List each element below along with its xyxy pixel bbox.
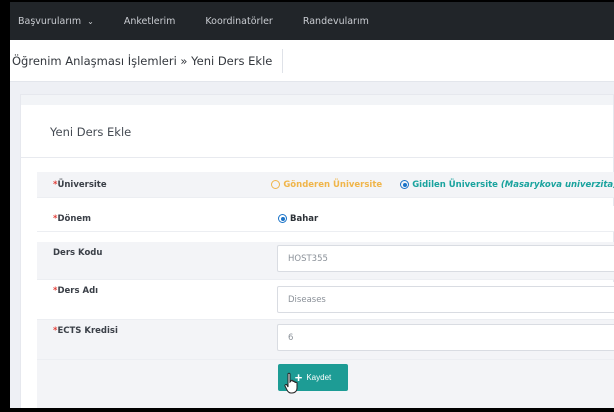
form-row-ders-kodu: Ders Kodu	[37, 242, 614, 280]
nav-item-label: Koordinatörler	[205, 15, 273, 27]
donem-options: Bahar	[278, 214, 614, 224]
mouse-pointer-icon	[284, 372, 298, 394]
nav-item-anketlerim[interactable]: Anketlerim	[124, 16, 176, 27]
radio-checked-icon	[278, 214, 287, 223]
form-row-ects: *ECTS Kredisi	[37, 320, 614, 360]
card-divider	[21, 157, 613, 158]
radio-checked-icon	[400, 180, 410, 189]
breadcrumb: Öğrenim Anlaşması İşlemleri » Yeni Ders …	[10, 48, 284, 73]
ders-kodu-input[interactable]	[277, 245, 614, 272]
card-title: Yeni Ders Ekle	[50, 125, 132, 139]
form-actions-row: + Kaydet	[37, 360, 614, 408]
top-navbar: Başvurularım ⌄ Anketlerim Koordinatörler…	[10, 2, 614, 40]
nav-item-label: Anketlerim	[123, 15, 176, 27]
ders-adi-value	[277, 282, 614, 313]
radio-host-university[interactable]: Gidilen Üniversite (Masarykova univerzit…	[400, 180, 614, 190]
nav-item-basvurularim[interactable]: Başvurularım ⌄	[18, 16, 94, 27]
universite-options: Gönderen Üniversite Gidilen Üniversite (…	[271, 180, 614, 190]
radio-bahar[interactable]: Bahar	[278, 214, 318, 224]
host-university-name: (Masarykova univerzita)	[500, 179, 614, 190]
donem-label: *Dönem	[53, 213, 92, 224]
form-row-universite: *Üniversite Gönderen Üniversite Gidilen …	[37, 172, 614, 198]
nav-item-label: Başvurularım	[18, 15, 82, 27]
card-top-strip	[21, 95, 613, 105]
ders-adi-input[interactable]	[277, 286, 614, 313]
ects-input[interactable]	[277, 324, 614, 351]
ders-adi-label: *Ders Adı	[53, 286, 99, 296]
ders-kodu-label: Ders Kodu	[53, 248, 103, 258]
chevron-down-icon: ⌄	[87, 16, 94, 26]
ders-kodu-value	[277, 242, 614, 272]
nav-item-randevularim[interactable]: Randevularım	[303, 16, 369, 27]
universite-label: *Üniversite	[53, 179, 107, 190]
form-row-donem: *Dönem Bahar	[37, 206, 614, 232]
nav-item-label: Randevularım	[302, 15, 369, 27]
breadcrumb-bar: Öğrenim Anlaşması İşlemleri » Yeni Ders …	[10, 40, 614, 82]
nav-item-koordinatorler[interactable]: Koordinatörler	[205, 16, 272, 27]
app-screen: Başvurularım ⌄ Anketlerim Koordinatörler…	[10, 2, 614, 408]
ects-value	[277, 320, 614, 351]
radio-sending-university[interactable]: Gönderen Üniversite	[271, 180, 382, 190]
form-row-ders-adi: *Ders Adı	[37, 282, 614, 320]
radio-unchecked-icon	[271, 180, 281, 189]
ects-label: *ECTS Kredisi	[53, 326, 118, 336]
